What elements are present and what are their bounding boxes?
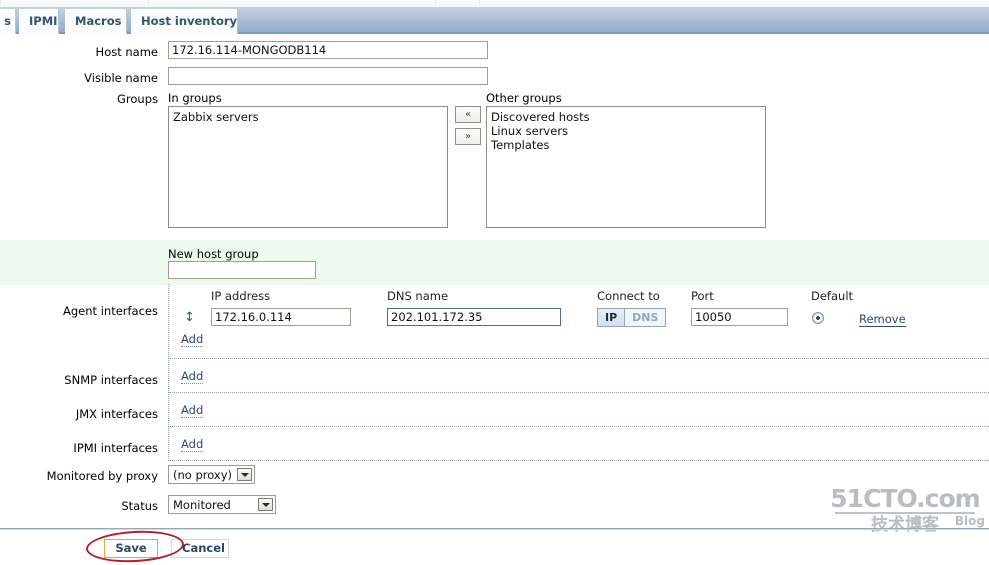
visible-name-input[interactable] bbox=[168, 67, 488, 85]
tab-ipmi[interactable]: IPMI bbox=[19, 9, 59, 34]
snmp-interfaces-label: SNMP interfaces bbox=[64, 373, 158, 387]
connect-to-toggle: IP DNS bbox=[597, 308, 667, 327]
status-value: Monitored bbox=[173, 497, 231, 512]
monitored-by-proxy-select[interactable]: (no proxy) bbox=[168, 465, 256, 484]
watermark-line2: 技术博客 bbox=[871, 515, 939, 535]
footer-separator bbox=[0, 528, 989, 530]
row-visible-name: Visible name bbox=[0, 62, 989, 89]
agent-interfaces-label: Agent interfaces bbox=[63, 304, 158, 318]
connect-to-dns-option[interactable]: DNS bbox=[625, 309, 666, 326]
col-port: Port bbox=[691, 289, 714, 303]
monitored-by-proxy-label: Monitored by proxy bbox=[46, 469, 158, 483]
monitored-by-proxy-value: (no proxy) bbox=[173, 467, 233, 482]
agent-interfaces-block: IP address DNS name Connect to Port Defa… bbox=[169, 284, 989, 359]
top-strip-segment bbox=[148, 0, 437, 6]
connect-to-ip-option[interactable]: IP bbox=[598, 309, 626, 326]
interface-default-radio[interactable] bbox=[812, 312, 824, 324]
row-new-host-group: New host group bbox=[0, 239, 989, 284]
snmp-interfaces-add-link[interactable]: Add bbox=[181, 369, 204, 384]
top-strip-segment bbox=[435, 0, 481, 6]
tab-partial[interactable]: s bbox=[0, 9, 16, 34]
move-left-button[interactable]: « bbox=[455, 106, 481, 123]
col-ip-address: IP address bbox=[211, 289, 271, 303]
in-groups-listbox[interactable]: Zabbix servers bbox=[168, 106, 448, 228]
save-button[interactable]: Save bbox=[104, 539, 158, 558]
row-groups: Groups In groups Other groups Zabbix ser… bbox=[0, 89, 989, 239]
other-groups-option[interactable]: Discovered hosts bbox=[491, 110, 761, 124]
host-name-input[interactable] bbox=[168, 41, 488, 59]
groups-label: Groups bbox=[116, 92, 158, 106]
in-groups-option[interactable]: Zabbix servers bbox=[173, 110, 443, 124]
status-label: Status bbox=[121, 499, 158, 513]
new-host-group-input[interactable] bbox=[168, 261, 316, 279]
top-strip-segment bbox=[0, 0, 150, 6]
interfaces-container: IP address DNS name Connect to Port Defa… bbox=[168, 284, 989, 461]
interface-dns-input[interactable] bbox=[387, 308, 561, 326]
new-host-group-label: New host group bbox=[168, 247, 259, 261]
tab-macros[interactable]: Macros bbox=[65, 9, 127, 34]
jmx-interfaces-add-link[interactable]: Add bbox=[181, 403, 204, 418]
col-connect-to: Connect to bbox=[597, 289, 660, 303]
snmp-interfaces-block: Add bbox=[169, 359, 989, 393]
col-default: Default bbox=[811, 289, 854, 303]
col-dns-name: DNS name bbox=[387, 289, 449, 303]
jmx-interfaces-block: Add bbox=[169, 393, 989, 427]
move-right-button[interactable]: » bbox=[455, 128, 481, 145]
row-interfaces: Agent interfaces SNMP interfaces JMX int… bbox=[0, 284, 989, 462]
in-groups-title: In groups bbox=[168, 91, 222, 105]
host-name-field-wrap bbox=[168, 41, 488, 59]
agent-interfaces-add-link[interactable]: Add bbox=[181, 332, 204, 347]
chevron-down-icon[interactable] bbox=[258, 498, 273, 511]
group-move-buttons: « » bbox=[455, 106, 481, 150]
drag-handle-icon[interactable]: ↕ bbox=[184, 311, 195, 324]
tab-host-inventory[interactable]: Host inventory bbox=[131, 9, 238, 34]
visible-name-label: Visible name bbox=[84, 71, 158, 85]
other-groups-listbox[interactable]: Discovered hosts Linux servers Templates bbox=[486, 106, 766, 228]
status-select[interactable]: Monitored bbox=[168, 495, 276, 514]
cancel-button[interactable]: Cancel bbox=[171, 539, 229, 558]
watermark-line2-wrap: 技术博客 Blog bbox=[829, 514, 985, 535]
watermark: 51CTO.com 技术博客 Blog bbox=[829, 484, 985, 535]
other-groups-option[interactable]: Linux servers bbox=[491, 124, 761, 138]
ipmi-interfaces-add-link[interactable]: Add bbox=[181, 437, 204, 452]
other-groups-option[interactable]: Templates bbox=[491, 138, 761, 152]
other-groups-title: Other groups bbox=[486, 91, 562, 105]
visible-name-field-wrap bbox=[168, 67, 488, 85]
interface-ip-input[interactable] bbox=[211, 308, 351, 326]
ipmi-interfaces-block: Add bbox=[169, 427, 989, 461]
chevron-down-icon[interactable] bbox=[237, 468, 253, 481]
top-strip-segment bbox=[479, 0, 989, 6]
host-name-label: Host name bbox=[95, 45, 158, 59]
interface-port-input[interactable] bbox=[691, 308, 788, 326]
row-host-name: Host name bbox=[0, 36, 989, 62]
interface-remove-link[interactable]: Remove bbox=[859, 312, 906, 327]
ipmi-interfaces-label: IPMI interfaces bbox=[73, 441, 158, 455]
jmx-interfaces-label: JMX interfaces bbox=[75, 407, 158, 421]
host-config-form: Host name Visible name Groups In groups … bbox=[0, 36, 989, 522]
watermark-line1: 51CTO.com bbox=[830, 484, 980, 513]
tab-bar: s IPMI Macros Host inventory bbox=[0, 7, 989, 34]
